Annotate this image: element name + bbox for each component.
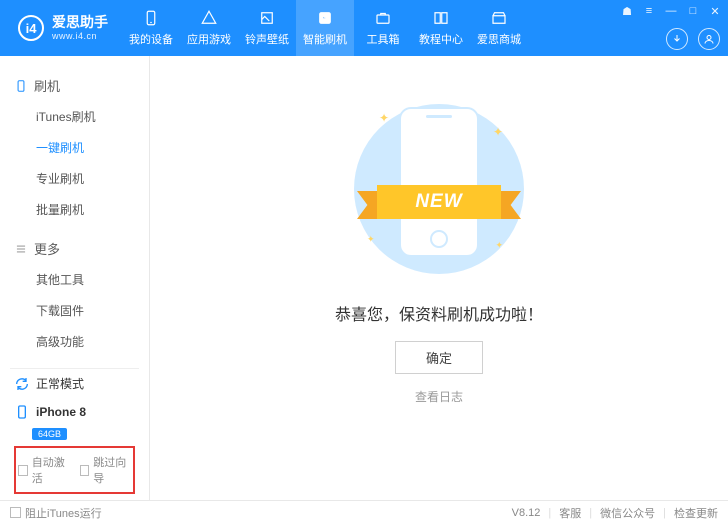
nav-ringtone[interactable]: 铃声壁纸 bbox=[238, 0, 296, 56]
wallpaper-icon bbox=[258, 9, 276, 27]
device-name: iPhone 8 bbox=[36, 405, 86, 419]
nav-label: 工具箱 bbox=[367, 31, 400, 47]
nav-label: 我的设备 bbox=[129, 31, 173, 47]
shirt-icon[interactable]: ☗ bbox=[620, 4, 634, 18]
sidebar-section-flash: 刷机 bbox=[0, 70, 149, 101]
update-link[interactable]: 检查更新 bbox=[674, 505, 718, 521]
brand-url: www.i4.cn bbox=[52, 31, 108, 42]
storage-badge: 64GB bbox=[32, 428, 67, 440]
app-header: i4 爱思助手 www.i4.cn 我的设备 应用游戏 铃声壁纸 智能刷机 工具… bbox=[0, 0, 728, 56]
sidebar-item-download-fw[interactable]: 下载固件 bbox=[0, 295, 149, 326]
new-ribbon-icon: NEW bbox=[357, 177, 521, 223]
close-icon[interactable]: ✕ bbox=[708, 4, 722, 18]
success-illustration: ✦ ✦ ✦ ✦ NEW bbox=[349, 99, 529, 279]
flash-icon bbox=[316, 9, 334, 27]
phone-icon bbox=[142, 9, 160, 27]
support-link[interactable]: 客服 bbox=[559, 505, 581, 521]
sidebar-item-batch-flash[interactable]: 批量刷机 bbox=[0, 194, 149, 225]
nav-label: 铃声壁纸 bbox=[245, 31, 289, 47]
sidebar: 刷机 iTunes刷机 一键刷机 专业刷机 批量刷机 更多 其他工具 下载固件 … bbox=[0, 56, 150, 500]
nav-label: 教程中心 bbox=[419, 31, 463, 47]
section-title: 刷机 bbox=[34, 76, 60, 95]
sidebar-item-advanced[interactable]: 高级功能 bbox=[0, 326, 149, 357]
sidebar-section-more: 更多 bbox=[0, 233, 149, 264]
view-log-link[interactable]: 查看日志 bbox=[415, 388, 463, 405]
highlighted-options: 自动激活 跳过向导 bbox=[14, 446, 135, 494]
menu-icon bbox=[14, 242, 28, 256]
store-icon bbox=[490, 9, 508, 27]
phone-icon bbox=[14, 79, 28, 93]
skip-wizard-checkbox[interactable]: 跳过向导 bbox=[80, 454, 132, 486]
nav-label: 爱思商城 bbox=[477, 31, 521, 47]
section-title: 更多 bbox=[34, 239, 60, 258]
chk-label: 自动激活 bbox=[32, 454, 70, 486]
sidebar-item-itunes-flash[interactable]: iTunes刷机 bbox=[0, 101, 149, 132]
apps-icon bbox=[200, 9, 218, 27]
book-icon bbox=[432, 9, 450, 27]
sidebar-item-other-tools[interactable]: 其他工具 bbox=[0, 264, 149, 295]
header-actions bbox=[666, 28, 720, 50]
block-itunes-checkbox[interactable]: 阻止iTunes运行 bbox=[10, 505, 102, 521]
toolbox-icon bbox=[374, 9, 392, 27]
nav-label: 智能刷机 bbox=[303, 31, 347, 47]
maximize-icon[interactable]: □ bbox=[686, 4, 700, 18]
minimize-icon[interactable]: — bbox=[664, 4, 678, 18]
menu-icon[interactable]: ≡ bbox=[642, 4, 656, 18]
ribbon-text: NEW bbox=[377, 185, 501, 219]
download-button[interactable] bbox=[666, 28, 688, 50]
wechat-link[interactable]: 微信公众号 bbox=[600, 505, 655, 521]
success-message: 恭喜您，保资料刷机成功啦！ bbox=[335, 301, 543, 325]
refresh-icon bbox=[14, 376, 30, 392]
nav-label: 应用游戏 bbox=[187, 31, 231, 47]
confirm-button[interactable]: 确定 bbox=[395, 341, 483, 374]
nav-tutorial[interactable]: 教程中心 bbox=[412, 0, 470, 56]
connected-device[interactable]: iPhone 8 bbox=[10, 398, 139, 426]
chk-label: 阻止iTunes运行 bbox=[25, 505, 102, 521]
window-controls: ☗ ≡ — □ ✕ bbox=[620, 4, 722, 18]
auto-activate-checkbox[interactable]: 自动激活 bbox=[18, 454, 70, 486]
nav-apps[interactable]: 应用游戏 bbox=[180, 0, 238, 56]
sidebar-item-pro-flash[interactable]: 专业刷机 bbox=[0, 163, 149, 194]
brand-title: 爱思助手 bbox=[52, 14, 108, 31]
top-nav: 我的设备 应用游戏 铃声壁纸 智能刷机 工具箱 教程中心 爱思商城 bbox=[122, 0, 528, 56]
sidebar-item-oneclick-flash[interactable]: 一键刷机 bbox=[0, 132, 149, 163]
main-content: ✦ ✦ ✦ ✦ NEW 恭喜您，保资料刷机成功啦！ 确定 查看日志 bbox=[150, 56, 728, 500]
chk-label: 跳过向导 bbox=[93, 454, 131, 486]
nav-store[interactable]: 爱思商城 bbox=[470, 0, 528, 56]
phone-icon bbox=[14, 404, 30, 420]
nav-flash[interactable]: 智能刷机 bbox=[296, 0, 354, 56]
brand: i4 爱思助手 www.i4.cn bbox=[0, 14, 122, 42]
mode-label: 正常模式 bbox=[36, 375, 84, 392]
user-button[interactable] bbox=[698, 28, 720, 50]
footer: 阻止iTunes运行 V8.12 | 客服 | 微信公众号 | 检查更新 bbox=[0, 500, 728, 524]
nav-toolbox[interactable]: 工具箱 bbox=[354, 0, 412, 56]
nav-device[interactable]: 我的设备 bbox=[122, 0, 180, 56]
version-label: V8.12 bbox=[512, 507, 541, 519]
device-mode[interactable]: 正常模式 bbox=[10, 368, 139, 398]
brand-logo-icon: i4 bbox=[18, 15, 44, 41]
